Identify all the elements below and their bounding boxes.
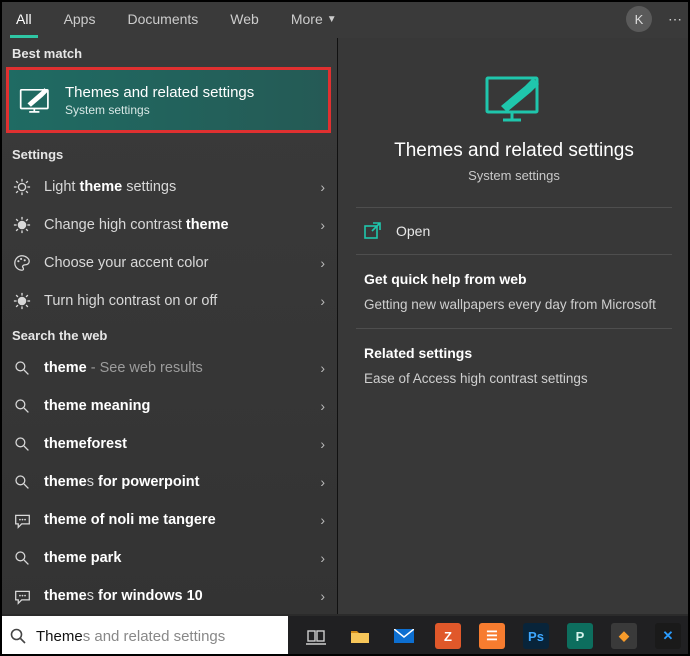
chevron-right-icon: › xyxy=(320,474,325,490)
result-label: themeforest xyxy=(44,436,320,452)
chevron-right-icon: › xyxy=(320,360,325,376)
chevron-right-icon: › xyxy=(320,255,325,271)
best-match-subtitle: System settings xyxy=(65,103,254,117)
related-settings-header: Related settings xyxy=(338,329,690,367)
taskbar-app-blue[interactable]: ✕ xyxy=(646,616,690,656)
tab-documents[interactable]: Documents xyxy=(111,0,214,38)
chat-icon xyxy=(12,586,32,606)
user-avatar[interactable]: K xyxy=(626,6,652,32)
detail-panel: Themes and related settings System setti… xyxy=(337,38,690,614)
taskbar-task-view[interactable] xyxy=(294,616,338,656)
themes-hero-icon xyxy=(481,72,547,126)
chevron-right-icon: › xyxy=(320,398,325,414)
related-settings-link[interactable]: Ease of Access high contrast settings xyxy=(338,367,690,402)
sun-icon xyxy=(12,177,32,197)
tab-web[interactable]: Web xyxy=(214,0,275,38)
taskbar: Themes and related settings Z☰PsP◆✕ xyxy=(0,616,690,656)
chevron-right-icon: › xyxy=(320,293,325,309)
open-icon xyxy=(364,222,382,240)
result-label: themes for windows 10 xyxy=(44,588,320,604)
result-label: theme - See web results xyxy=(44,360,320,376)
best-match-title: Themes and related settings xyxy=(65,84,254,101)
tab-more[interactable]: More▼ xyxy=(275,0,353,38)
result-label: Choose your accent color xyxy=(44,255,320,271)
tab-apps[interactable]: Apps xyxy=(48,0,112,38)
chevron-right-icon: › xyxy=(320,588,325,604)
search-web-header: Search the web xyxy=(0,320,337,349)
palette-icon xyxy=(12,253,32,273)
taskbar-publisher[interactable]: P xyxy=(558,616,602,656)
settings-result[interactable]: Change high contrast theme› xyxy=(0,206,337,244)
open-action[interactable]: Open xyxy=(338,208,690,254)
search-icon xyxy=(12,434,32,454)
taskbar-app-z[interactable]: Z xyxy=(426,616,470,656)
tab-all[interactable]: All xyxy=(0,0,48,38)
web-result[interactable]: theme meaning› xyxy=(0,387,337,425)
settings-result[interactable]: Light theme settings› xyxy=(0,168,337,206)
quick-help-header: Get quick help from web xyxy=(338,255,690,293)
result-label: Turn high contrast on or off xyxy=(44,293,320,309)
web-result[interactable]: theme park› xyxy=(0,539,337,577)
detail-subtitle: System settings xyxy=(468,168,560,183)
taskbar-photoshop[interactable]: Ps xyxy=(514,616,558,656)
settings-result[interactable]: Turn high contrast on or off› xyxy=(0,282,337,320)
web-result[interactable]: themes for powerpoint› xyxy=(0,463,337,501)
chat-icon xyxy=(12,510,32,530)
result-label: theme of noli me tangere xyxy=(44,512,320,528)
taskbar-mail[interactable] xyxy=(382,616,426,656)
overflow-menu[interactable]: ⋯ xyxy=(660,11,690,28)
search-icon xyxy=(10,628,26,644)
results-panel: Best match Themes and related settings S… xyxy=(0,38,337,614)
settings-header: Settings xyxy=(0,139,337,168)
taskbar-xampp[interactable]: ☰ xyxy=(470,616,514,656)
contrast-icon xyxy=(12,291,32,311)
quick-help-link[interactable]: Getting new wallpapers every day from Mi… xyxy=(338,293,690,328)
result-label: themes for powerpoint xyxy=(44,474,320,490)
taskbar-search[interactable]: Themes and related settings xyxy=(0,616,288,656)
web-result[interactable]: theme of noli me tangere› xyxy=(0,501,337,539)
search-icon xyxy=(12,472,32,492)
themes-icon xyxy=(19,85,53,115)
taskbar-sublime[interactable]: ◆ xyxy=(602,616,646,656)
search-filter-tabs: All Apps Documents Web More▼ K ⋯ xyxy=(0,0,690,38)
chevron-right-icon: › xyxy=(320,179,325,195)
chevron-down-icon: ▼ xyxy=(327,14,337,25)
search-icon xyxy=(12,358,32,378)
web-result[interactable]: theme - See web results› xyxy=(0,349,337,387)
result-label: Change high contrast theme xyxy=(44,217,320,233)
settings-result[interactable]: Choose your accent color› xyxy=(0,244,337,282)
detail-title: Themes and related settings xyxy=(394,140,634,162)
contrast-icon xyxy=(12,215,32,235)
chevron-right-icon: › xyxy=(320,436,325,452)
search-text: Themes and related settings xyxy=(36,628,225,645)
result-label: theme meaning xyxy=(44,398,320,414)
chevron-right-icon: › xyxy=(320,550,325,566)
chevron-right-icon: › xyxy=(320,217,325,233)
search-icon xyxy=(12,548,32,568)
web-result[interactable]: themes for windows 10› xyxy=(0,577,337,614)
result-label: Light theme settings xyxy=(44,179,320,195)
best-match-header: Best match xyxy=(0,38,337,67)
search-icon xyxy=(12,396,32,416)
chevron-right-icon: › xyxy=(320,512,325,528)
web-result[interactable]: themeforest› xyxy=(0,425,337,463)
result-label: theme park xyxy=(44,550,320,566)
taskbar-file-explorer[interactable] xyxy=(338,616,382,656)
best-match-result[interactable]: Themes and related settings System setti… xyxy=(6,67,331,133)
